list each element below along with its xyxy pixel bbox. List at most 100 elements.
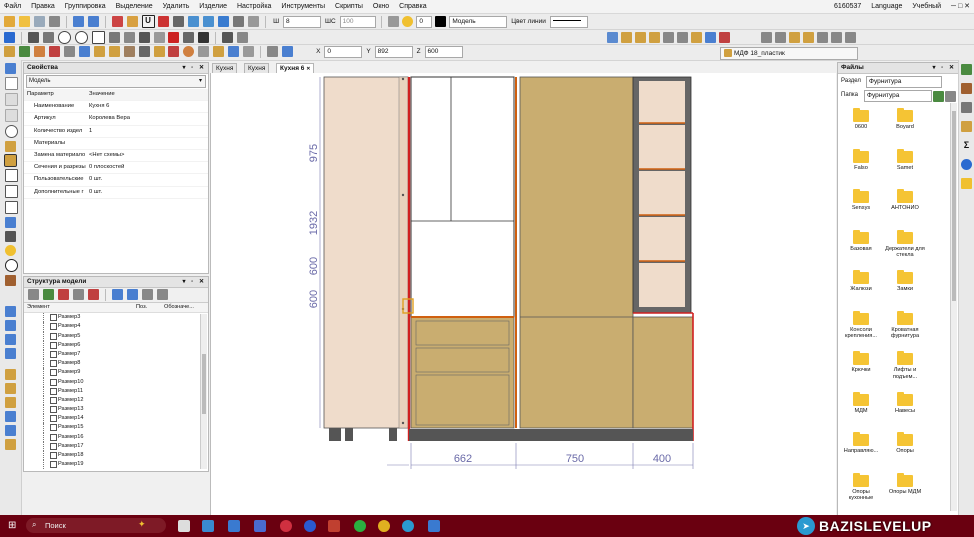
folder-item[interactable]: Boyard bbox=[884, 108, 926, 131]
edge-icon[interactable] bbox=[775, 32, 786, 43]
group-icon[interactable] bbox=[228, 46, 240, 57]
shelf-icon[interactable] bbox=[93, 46, 105, 57]
hardware-icon[interactable] bbox=[198, 46, 210, 57]
settings-icon[interactable] bbox=[5, 231, 16, 242]
render-icon[interactable] bbox=[719, 32, 730, 43]
trim-icon[interactable] bbox=[183, 32, 195, 43]
tree-checkbox[interactable] bbox=[50, 424, 57, 432]
tree-checkbox[interactable] bbox=[50, 323, 57, 331]
z-input[interactable]: 600 bbox=[424, 45, 463, 58]
u-shape-icon[interactable]: U bbox=[141, 15, 155, 28]
curve-icon[interactable] bbox=[108, 32, 120, 43]
line-style-select[interactable] bbox=[549, 15, 588, 28]
print-icon[interactable] bbox=[48, 16, 60, 27]
sun-icon[interactable] bbox=[5, 245, 16, 256]
folder-item[interactable]: Опоры bbox=[884, 432, 926, 455]
folder-item[interactable]: Базовая bbox=[840, 229, 882, 253]
tree-item[interactable]: Размер4 bbox=[24, 322, 208, 332]
doc-icon[interactable] bbox=[5, 439, 16, 450]
cabinet-active-icon[interactable] bbox=[4, 154, 17, 167]
files-scroll-thumb[interactable] bbox=[952, 111, 956, 301]
folder-item[interactable]: Sensys bbox=[840, 189, 882, 212]
folder-item[interactable]: Навесы bbox=[884, 391, 926, 415]
menu-file[interactable]: Файл bbox=[0, 0, 25, 13]
layout-2-icon[interactable] bbox=[5, 383, 16, 394]
tree-checkbox[interactable] bbox=[50, 442, 57, 450]
folder-item[interactable]: Лифты и подъем... bbox=[884, 351, 926, 380]
text-icon[interactable] bbox=[237, 32, 249, 43]
scale-icon[interactable] bbox=[5, 348, 16, 359]
tree-item[interactable]: Размер11 bbox=[24, 386, 208, 396]
color-swatch-icon[interactable] bbox=[435, 16, 447, 27]
tree-checkbox[interactable] bbox=[50, 415, 57, 423]
tree-checkbox[interactable] bbox=[50, 461, 57, 469]
board-icon[interactable] bbox=[213, 46, 225, 57]
back-icon[interactable] bbox=[123, 46, 135, 57]
tree-scrollbar[interactable] bbox=[200, 314, 207, 469]
menu-help[interactable]: Справка bbox=[395, 0, 430, 13]
line-icon[interactable] bbox=[27, 32, 39, 43]
menu-settings[interactable]: Настройка bbox=[233, 0, 275, 13]
fillet-icon[interactable] bbox=[153, 32, 165, 43]
arc-icon[interactable] bbox=[74, 31, 88, 44]
folder-select[interactable]: Фурнитура bbox=[864, 90, 932, 102]
tool-eye-icon[interactable] bbox=[126, 289, 138, 300]
cut-icon[interactable] bbox=[111, 16, 123, 27]
tool-edit-icon[interactable] bbox=[87, 289, 99, 300]
sigma-icon[interactable]: Σ bbox=[961, 140, 972, 151]
window-controls[interactable]: ─ □ ✕ bbox=[951, 3, 970, 10]
materials-icon[interactable] bbox=[961, 83, 972, 94]
folder-item[interactable]: Жалюзи bbox=[840, 270, 882, 293]
telegram-icon[interactable] bbox=[402, 520, 414, 532]
menu-product[interactable]: Изделие bbox=[195, 0, 231, 13]
drawer-icon[interactable] bbox=[803, 32, 814, 43]
cabinet-icon[interactable] bbox=[4, 46, 15, 57]
prop-row[interactable]: Пользовательские 0 шт. bbox=[24, 174, 208, 187]
folder-up-icon[interactable] bbox=[933, 91, 944, 102]
dimension-icon[interactable] bbox=[222, 32, 234, 43]
drawer-box-icon[interactable] bbox=[153, 46, 165, 57]
folder-item[interactable]: Консоли крепления... bbox=[840, 310, 882, 340]
partition-icon[interactable] bbox=[108, 46, 120, 57]
folder-item[interactable]: МДМ bbox=[840, 391, 882, 415]
prop-row[interactable]: Наименование Кухня 6 bbox=[24, 101, 208, 114]
intersect-icon[interactable] bbox=[168, 32, 180, 43]
files-scrollbar[interactable] bbox=[950, 103, 957, 511]
box-outline-icon[interactable] bbox=[5, 77, 18, 90]
material-tool-icon[interactable] bbox=[5, 275, 16, 286]
polygon-icon[interactable] bbox=[123, 32, 135, 43]
prop-row[interactable]: Сечения и разрезы 0 плоскостей bbox=[24, 162, 208, 175]
tree-item[interactable]: Размер13 bbox=[24, 405, 208, 415]
folder-item[interactable]: Держатели для стекла bbox=[884, 229, 926, 259]
task-view-icon[interactable] bbox=[178, 520, 190, 532]
panel-v-icon[interactable] bbox=[48, 46, 60, 57]
section-select[interactable]: Фурнитура bbox=[866, 76, 942, 88]
cube-2-icon[interactable] bbox=[5, 185, 18, 198]
prop-row[interactable]: Количество издел 1 bbox=[24, 126, 208, 138]
tool-list-icon[interactable] bbox=[141, 289, 153, 300]
menu-scripts[interactable]: Скрипты bbox=[331, 0, 367, 13]
tree-checkbox[interactable] bbox=[50, 433, 57, 441]
panel-outline-icon[interactable] bbox=[5, 93, 18, 106]
offset-icon[interactable] bbox=[138, 32, 150, 43]
tool-settings-icon[interactable] bbox=[156, 289, 168, 300]
tree-checkbox[interactable] bbox=[50, 396, 57, 404]
polyline-icon[interactable] bbox=[42, 32, 54, 43]
move-icon[interactable] bbox=[267, 46, 279, 57]
panel-icon[interactable] bbox=[761, 32, 772, 43]
layout-3-icon[interactable] bbox=[5, 397, 16, 408]
tree-item[interactable]: Размер17 bbox=[24, 441, 208, 451]
leg-icon[interactable] bbox=[138, 46, 150, 57]
folder-item[interactable]: Samet bbox=[884, 148, 926, 172]
menu-edit[interactable]: Правка bbox=[27, 0, 59, 13]
tree-checkbox[interactable] bbox=[50, 387, 57, 395]
notes-icon[interactable] bbox=[961, 178, 972, 189]
tree-checkbox[interactable] bbox=[50, 314, 57, 322]
chrome-icon[interactable] bbox=[378, 520, 390, 532]
windows-start-icon[interactable]: ⊞ bbox=[8, 520, 16, 531]
tree-item[interactable]: Размер5 bbox=[24, 331, 208, 341]
array-icon[interactable] bbox=[243, 46, 255, 57]
layer-icon[interactable] bbox=[387, 16, 399, 27]
drawing-canvas[interactable]: 975 1932 600 600 662 750 400 bbox=[210, 73, 836, 515]
folder-item[interactable]: Крючки bbox=[840, 351, 882, 374]
